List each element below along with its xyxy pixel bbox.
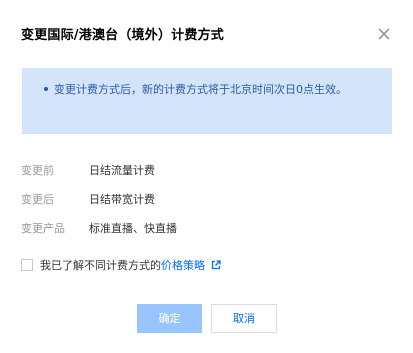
change-billing-dialog: 变更国际/港澳台（境外）计费方式 变更计费方式后，新的计费方式将于北京时间次日0… bbox=[0, 0, 413, 353]
dialog-title: 变更国际/港澳台（境外）计费方式 bbox=[21, 28, 224, 43]
agreement-checkbox[interactable] bbox=[21, 259, 33, 271]
detail-row-before: 变更前 日结流量计费 bbox=[21, 162, 155, 178]
detail-label: 变更后 bbox=[21, 193, 54, 206]
detail-row-product: 变更产品 标准直播、快直播 bbox=[21, 220, 177, 236]
agreement-text: 我已了解不同计费方式的 bbox=[40, 259, 161, 272]
notice-banner: 变更计费方式后，新的计费方式将于北京时间次日0点生效。 bbox=[22, 68, 392, 134]
confirm-button[interactable]: 确定 bbox=[137, 304, 202, 333]
detail-value: 日结带宽计费 bbox=[89, 193, 155, 206]
bullet-dot bbox=[44, 87, 48, 91]
price-policy-link[interactable]: 价格策略 bbox=[161, 257, 205, 273]
detail-label: 变更前 bbox=[21, 164, 54, 177]
external-link-icon[interactable] bbox=[211, 260, 221, 270]
detail-row-after: 变更后 日结带宽计费 bbox=[21, 191, 155, 207]
close-icon[interactable] bbox=[377, 27, 391, 41]
agreement-row: 我已了解不同计费方式的 价格策略 bbox=[21, 258, 221, 272]
cancel-button[interactable]: 取消 bbox=[211, 304, 277, 333]
detail-value: 日结流量计费 bbox=[89, 164, 155, 177]
notice-text: 变更计费方式后，新的计费方式将于北京时间次日0点生效。 bbox=[54, 83, 347, 96]
detail-value: 标准直播、快直播 bbox=[89, 222, 177, 235]
detail-label: 变更产品 bbox=[21, 222, 65, 235]
